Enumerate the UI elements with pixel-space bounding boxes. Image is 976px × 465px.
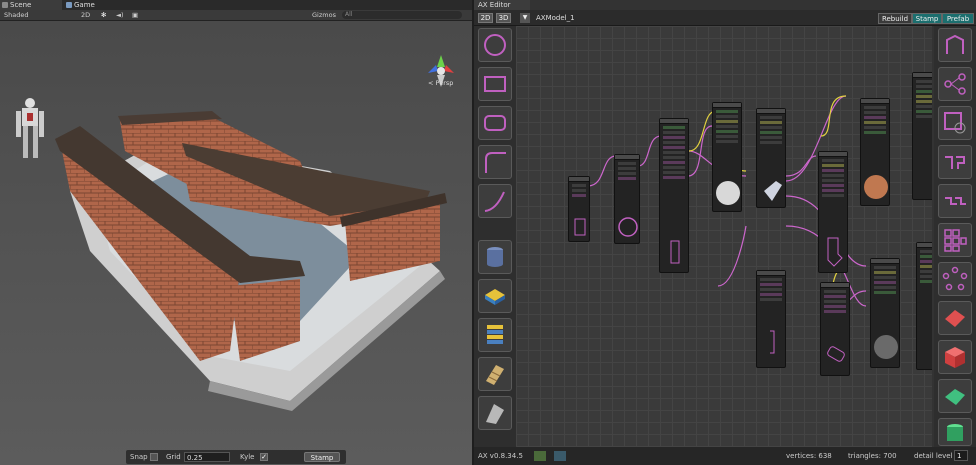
mode-3d-button[interactable]: 3D bbox=[496, 13, 511, 23]
tab-game[interactable]: Game bbox=[64, 0, 124, 10]
steps-icon[interactable] bbox=[938, 184, 972, 218]
graph-node[interactable] bbox=[712, 102, 742, 212]
graph-node[interactable] bbox=[860, 98, 890, 206]
cylinder-icon[interactable] bbox=[478, 240, 512, 274]
grid-label: Grid bbox=[166, 453, 181, 461]
detail-level-label: detail level bbox=[914, 452, 953, 460]
model-name: AXModel_1 bbox=[536, 14, 575, 22]
gizmos-dropdown[interactable]: Gizmos bbox=[312, 11, 336, 20]
polygon-icon[interactable] bbox=[938, 379, 972, 413]
plane-icon[interactable] bbox=[938, 301, 972, 335]
ax-toolbar: 2D 3D ▼ AXModel_1 Rebuild Stamp Prefab bbox=[474, 10, 976, 26]
ramp-icon[interactable] bbox=[478, 396, 512, 430]
scene-panel: Scene Game Shaded 2D ✻ ◄) ▣ Gizmos All <… bbox=[0, 0, 472, 465]
shading-dropdown[interactable]: Shaded bbox=[4, 11, 28, 20]
shape-merger-icon[interactable] bbox=[938, 28, 972, 62]
tab-scene-label: Scene bbox=[10, 1, 32, 9]
offset-icon[interactable] bbox=[938, 106, 972, 140]
scene-toolbar: Shaded 2D ✻ ◄) ▣ Gizmos All bbox=[0, 10, 472, 21]
graph-node[interactable] bbox=[659, 118, 689, 273]
snap-checkbox[interactable] bbox=[150, 453, 158, 461]
stack-icon[interactable] bbox=[478, 318, 512, 352]
graph-node[interactable] bbox=[756, 270, 786, 368]
graph-node[interactable] bbox=[614, 154, 640, 244]
vertices-count: vertices: 638 bbox=[786, 452, 832, 460]
graph-node[interactable] bbox=[820, 282, 850, 376]
lighting-icon[interactable]: ✻ bbox=[101, 11, 106, 20]
graph-node[interactable] bbox=[870, 258, 900, 368]
circle-shape-icon[interactable] bbox=[478, 28, 512, 62]
graph-node[interactable] bbox=[568, 176, 590, 242]
grid-view-icon[interactable] bbox=[534, 451, 546, 461]
rectangle-shape-icon[interactable] bbox=[478, 67, 512, 101]
left-shape-palette bbox=[474, 26, 516, 447]
scene-viewport[interactable]: < Persp bbox=[0, 21, 472, 465]
triangles-count: triangles: 700 bbox=[848, 452, 897, 460]
ax-status-bar: AX v0.8.34.5 vertices: 638 triangles: 70… bbox=[474, 447, 976, 465]
audio-icon[interactable]: ◄) bbox=[116, 11, 124, 20]
stamp-button[interactable]: Stamp bbox=[912, 13, 942, 24]
game-tab-icon bbox=[66, 2, 72, 8]
mode-2d-button[interactable]: 2D bbox=[478, 13, 493, 23]
stair-icon[interactable] bbox=[478, 357, 512, 391]
stamp-button-bottom[interactable]: Stamp bbox=[304, 452, 340, 462]
shape-distributor-icon[interactable] bbox=[938, 67, 972, 101]
persp-label[interactable]: < Persp bbox=[428, 79, 453, 87]
graph-node[interactable] bbox=[912, 72, 932, 200]
rebuild-button[interactable]: Rebuild bbox=[878, 13, 912, 24]
curve-shape-icon[interactable] bbox=[478, 184, 512, 218]
graph-node[interactable] bbox=[756, 108, 786, 208]
effects-icon[interactable]: ▣ bbox=[132, 11, 138, 20]
radial-repeat-icon[interactable] bbox=[938, 262, 972, 296]
graph-node[interactable] bbox=[916, 242, 932, 370]
box-extrude-icon[interactable] bbox=[478, 279, 512, 313]
prefab-button[interactable]: Prefab bbox=[942, 13, 974, 24]
graph-node[interactable] bbox=[818, 151, 848, 273]
scene-tab-icon bbox=[2, 2, 8, 8]
cube-icon[interactable] bbox=[938, 340, 972, 374]
tab-game-label: Game bbox=[74, 1, 95, 9]
grid-repeat-icon[interactable] bbox=[938, 223, 972, 257]
kyle-checkbox[interactable]: ✓ bbox=[260, 453, 268, 461]
2d-toggle[interactable]: 2D bbox=[81, 11, 90, 20]
corner-pair-icon[interactable] bbox=[938, 145, 972, 179]
right-shape-palette bbox=[934, 26, 976, 447]
cylinder-green-icon[interactable] bbox=[938, 418, 972, 446]
snap-label: Snap bbox=[130, 453, 148, 461]
tab-scene[interactable]: Scene bbox=[0, 0, 62, 10]
model-dropdown-icon[interactable]: ▼ bbox=[520, 13, 530, 23]
scene-render bbox=[0, 21, 472, 465]
scene-tabbar: Scene Game bbox=[0, 0, 472, 10]
node-graph-canvas[interactable] bbox=[516, 26, 932, 447]
rounded-rect-shape-icon[interactable] bbox=[478, 106, 512, 140]
snap-grid-bar: Snap Grid 0.25 Kyle ✓ Stamp bbox=[126, 450, 346, 464]
version-label: AX v0.8.34.5 bbox=[478, 452, 523, 460]
kyle-label: Kyle bbox=[240, 453, 255, 461]
grid-size-field[interactable]: 0.25 bbox=[184, 452, 230, 462]
layout-view-icon[interactable] bbox=[554, 451, 566, 461]
tab-ax-editor[interactable]: AX Editor bbox=[474, 0, 530, 10]
detail-level-field[interactable]: 1 bbox=[954, 450, 968, 461]
corner-shape-icon[interactable] bbox=[478, 145, 512, 179]
hierarchy-search-input[interactable]: All bbox=[342, 11, 462, 19]
ax-editor-panel: AX Editor 2D 3D ▼ AXModel_1 Rebuild Stam… bbox=[474, 0, 976, 465]
